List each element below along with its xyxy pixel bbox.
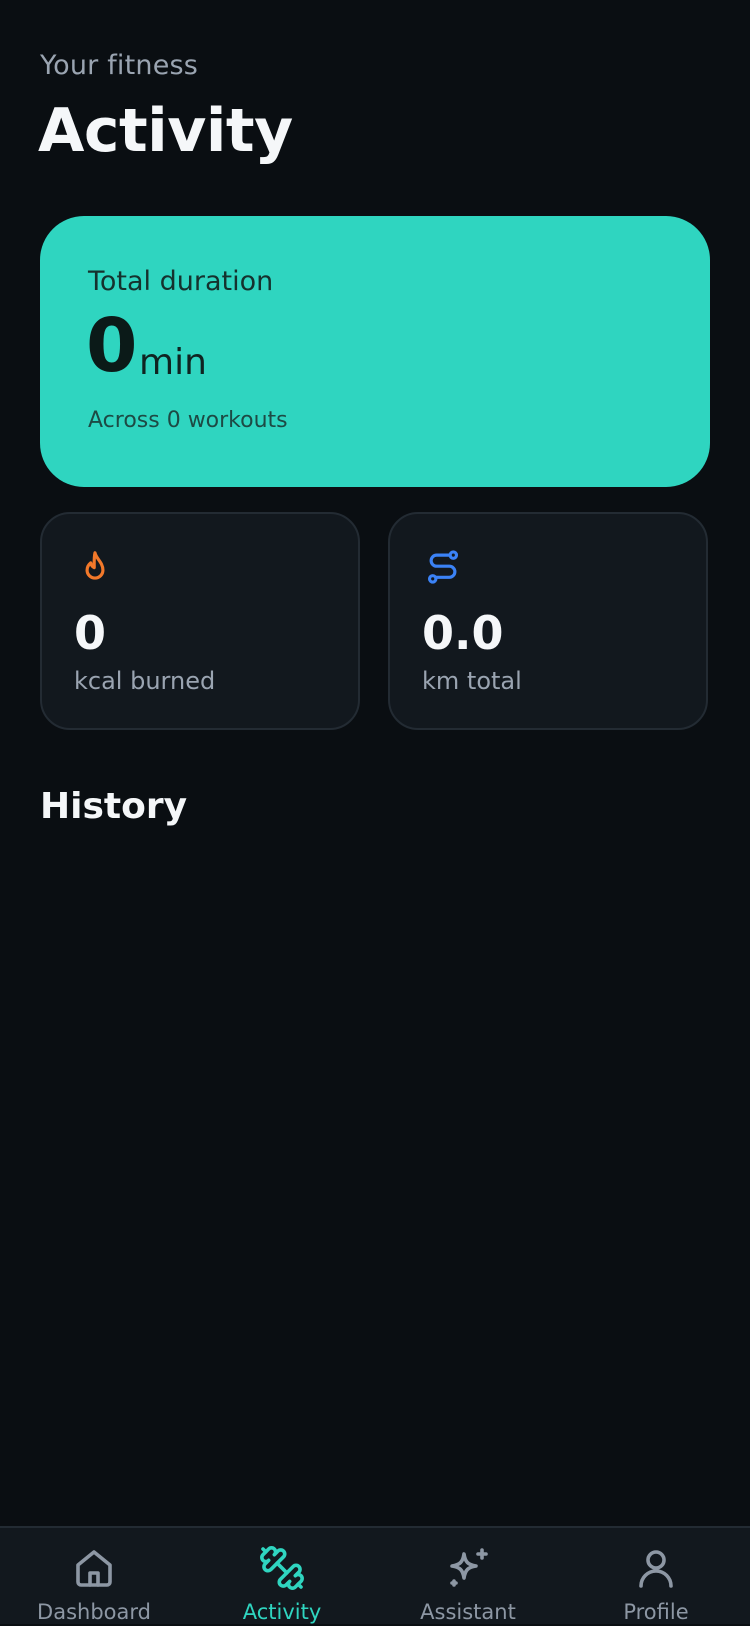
header-subtitle: Your fitness [40, 50, 199, 81]
route-icon [424, 548, 462, 586]
nav-label-profile: Profile [623, 1600, 689, 1624]
total-duration-unit: min [139, 342, 207, 383]
calories-label: kcal burned [74, 667, 216, 695]
bottom-nav: Dashboard Activity Assistant Profile [0, 1526, 750, 1624]
nav-item-activity[interactable]: Activity [188, 1528, 376, 1626]
calories-value: 0 [74, 606, 107, 660]
nav-item-profile[interactable]: Profile [562, 1528, 750, 1626]
nav-item-assistant[interactable]: Assistant [374, 1528, 562, 1626]
calories-card: 0 kcal burned [40, 512, 360, 730]
total-duration-label: Total duration [88, 266, 274, 297]
workouts-count-note: Across 0 workouts [88, 408, 288, 433]
nav-label-assistant: Assistant [420, 1600, 516, 1624]
distance-value: 0.0 [422, 606, 504, 660]
nav-label-dashboard: Dashboard [37, 1600, 151, 1624]
dumbbell-icon [258, 1544, 306, 1592]
nav-label-activity: Activity [242, 1600, 322, 1624]
user-icon [632, 1544, 680, 1592]
flame-icon [76, 548, 114, 586]
home-icon [70, 1544, 118, 1592]
page-title: Activity [38, 96, 293, 166]
sparkle-icon [444, 1544, 492, 1592]
distance-label: km total [422, 667, 522, 695]
total-duration-card: Total duration 0 min Across 0 workouts [40, 216, 710, 487]
total-duration-value: 0 [86, 303, 138, 389]
distance-card: 0.0 km total [388, 512, 708, 730]
nav-item-dashboard[interactable]: Dashboard [0, 1528, 188, 1626]
history-heading: History [40, 786, 188, 827]
